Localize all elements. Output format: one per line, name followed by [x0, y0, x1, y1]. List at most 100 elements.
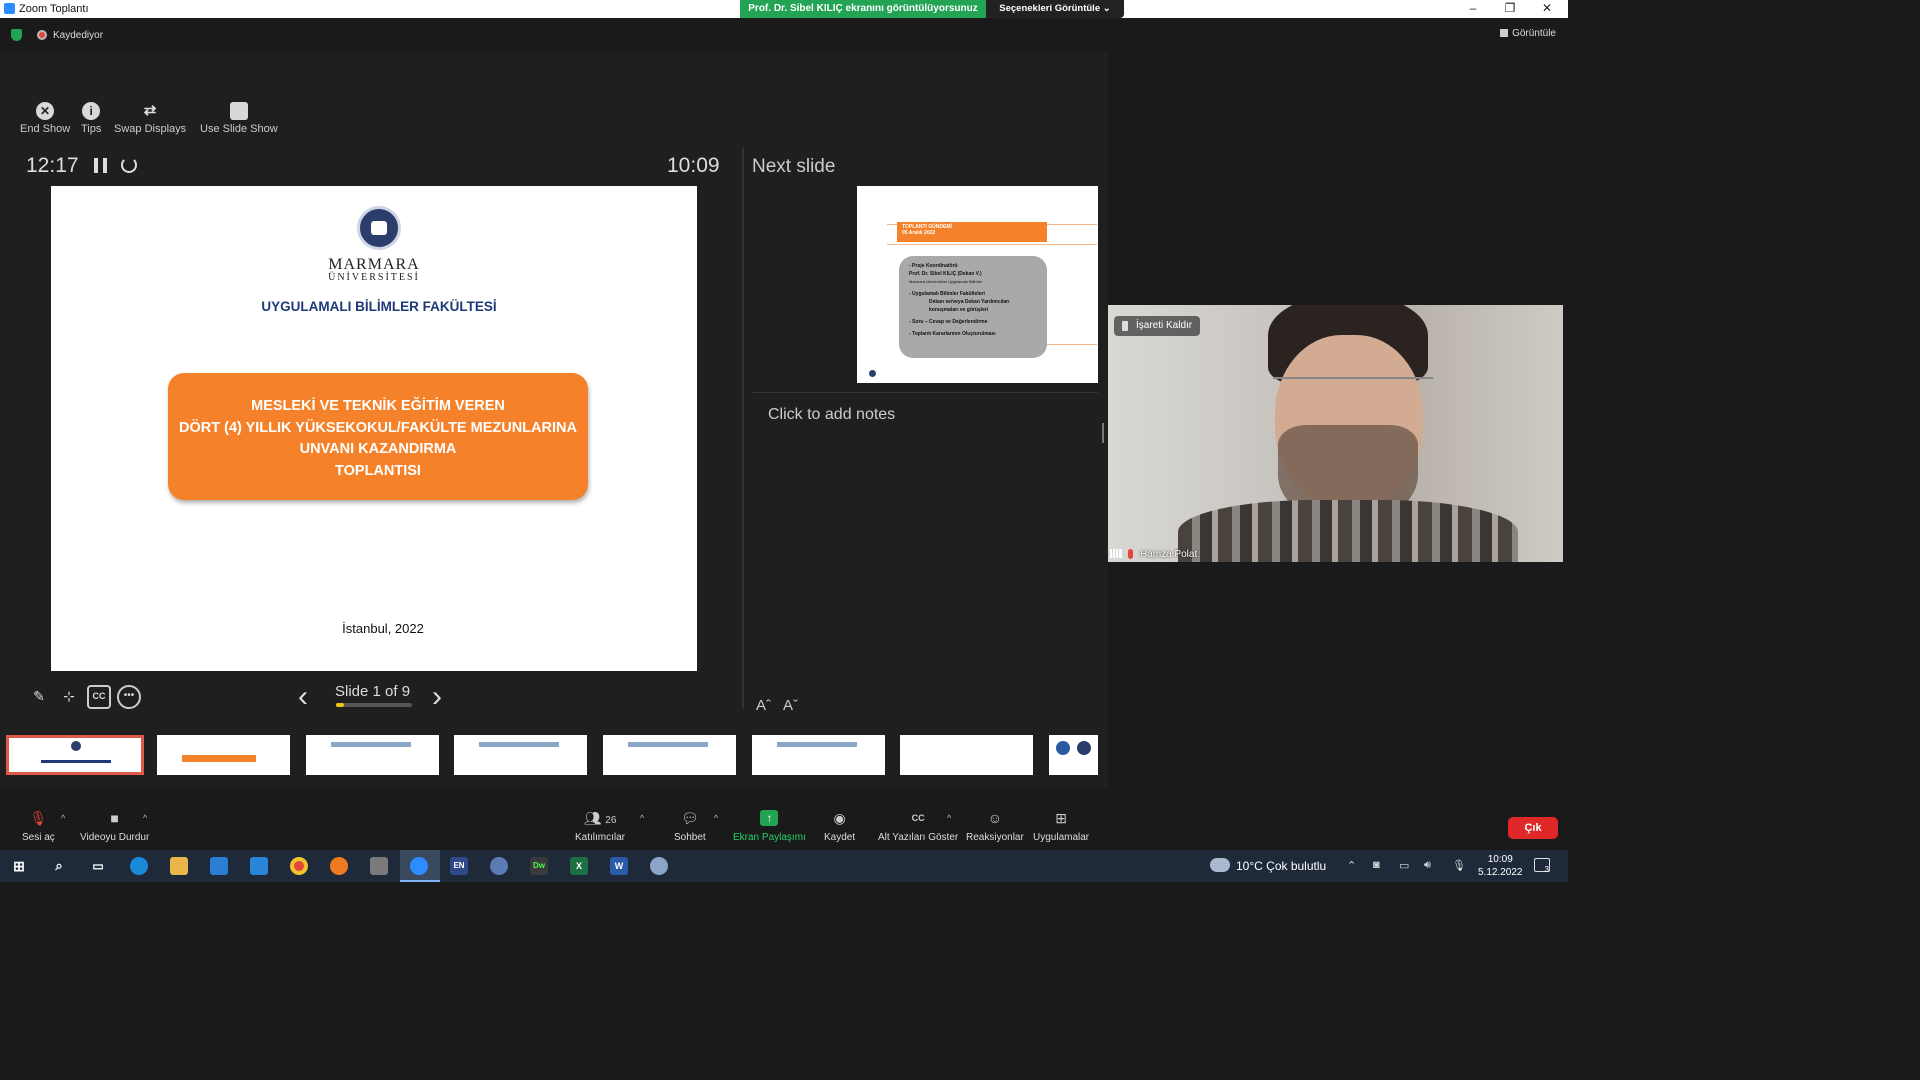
paint-icon[interactable]	[650, 857, 668, 875]
record-icon: ◉	[833, 810, 846, 826]
more-options-icon[interactable]: •••	[117, 685, 141, 709]
microphone-icon[interactable]: 🎙︎	[1452, 859, 1466, 872]
pen-icon[interactable]: ✎	[27, 685, 51, 709]
meet-now-icon[interactable]: ◙	[1373, 859, 1380, 871]
chat-button[interactable]: 💬︎ Sohbet	[674, 810, 706, 843]
unpin-label: İşareti Kaldır	[1136, 320, 1193, 331]
shield-icon[interactable]	[11, 29, 22, 41]
thumbnail-banner	[331, 742, 411, 747]
previous-slide-icon[interactable]: ‹	[298, 680, 308, 714]
reactions-button[interactable]: ☺ Reaksiyonlar	[966, 810, 1024, 843]
record-button[interactable]: ◉ Kaydet	[824, 810, 855, 843]
network-icon[interactable]: ▭	[1399, 859, 1409, 872]
taskbar-clock[interactable]: 10:09 5.12.2022	[1478, 853, 1523, 879]
current-slide[interactable]: MARMARA ÜNİVERSİTESİ UYGULAMALI BİLİMLER…	[51, 186, 697, 671]
increase-font-button[interactable]: Aˆ	[756, 697, 771, 714]
view-options-label: Seçenekleri Görüntüle	[999, 3, 1101, 14]
notification-count: 3	[1544, 865, 1549, 874]
notifications-icon[interactable]: 3	[1534, 858, 1550, 874]
minimize-button[interactable]: –	[1455, 1, 1491, 15]
laser-pointer-icon[interactable]: ⊹	[57, 685, 81, 709]
chrome-browser-icon[interactable]	[290, 857, 308, 875]
search-icon[interactable]: ⌕	[50, 857, 68, 875]
taskbar-date: 5.12.2022	[1478, 867, 1523, 878]
chevron-up-icon[interactable]: ^	[143, 813, 147, 823]
weather-widget[interactable]: 10°C Çok bulutlu	[1236, 859, 1326, 873]
use-slide-show-button[interactable]: Use Slide Show	[200, 102, 278, 135]
next-slide-preview[interactable]: TOPLANTI GÜNDEMİ 05 Aralık 2022 - Proje …	[857, 186, 1098, 383]
edge-browser-icon[interactable]	[130, 857, 148, 875]
network-app-icon[interactable]	[490, 857, 508, 875]
mail-icon[interactable]	[250, 857, 268, 875]
next-slide-icon[interactable]: ›	[432, 680, 442, 714]
slide-thumbnail[interactable]	[752, 735, 885, 775]
view-layout-button[interactable]: Görüntüle	[1500, 28, 1556, 39]
apps-icon: ⊞	[1055, 810, 1067, 826]
microsoft-store-icon[interactable]	[210, 857, 228, 875]
tips-label: Tips	[81, 123, 102, 135]
zoom-app-icon	[4, 3, 15, 14]
next-slide-header: TOPLANTI GÜNDEMİ 05 Aralık 2022	[897, 222, 1047, 242]
firefox-browser-icon[interactable]	[330, 857, 348, 875]
slide-thumbnail[interactable]	[454, 735, 587, 775]
chevron-up-icon[interactable]: ^	[714, 813, 718, 823]
slide-thumbnail[interactable]	[6, 735, 144, 775]
language-icon[interactable]: EN	[450, 857, 468, 875]
agenda-item: Dekan ve/veya Dekan Yardımcıları	[929, 299, 1010, 305]
swap-displays-button[interactable]: ⇄ Swap Displays	[114, 102, 186, 135]
captions-label: Alt Yazıları Göster	[878, 832, 959, 843]
splitter-handle[interactable]	[1102, 423, 1104, 443]
apps-button[interactable]: ⊞ Uygulamalar	[1033, 810, 1089, 843]
smiley-icon: ☺	[987, 810, 1003, 826]
stop-video-button[interactable]: ■ Videoyu Durdur	[80, 810, 149, 843]
pane-divider[interactable]	[742, 148, 744, 708]
thumbnail-banner	[628, 742, 708, 747]
slide-thumbnail[interactable]	[1049, 735, 1098, 775]
logo-icon	[1077, 741, 1091, 755]
participants-button[interactable]: 👥︎ 26 Katılımcılar	[575, 810, 625, 843]
unpin-button[interactable]: İşareti Kaldır	[1114, 316, 1201, 336]
university-seal-icon	[71, 741, 81, 751]
file-explorer-icon[interactable]	[170, 857, 188, 875]
speaker-notes[interactable]: Click to add notes	[768, 406, 895, 424]
slide-thumbnail[interactable]	[603, 735, 736, 775]
unmute-button[interactable]: 🎙︎ Sesi aç	[22, 810, 55, 843]
share-screen-icon: ↑	[760, 810, 779, 826]
leave-meeting-button[interactable]: Çık	[1508, 817, 1558, 839]
recording-label: Kaydediyor	[53, 30, 104, 41]
participant-video-tile[interactable]: İşareti Kaldır Hamza Polat	[1108, 305, 1563, 562]
chevron-up-icon[interactable]: ^	[640, 813, 644, 823]
video-person-glasses	[1273, 377, 1433, 397]
elapsed-timer: 12:17	[26, 154, 79, 177]
agenda-item: - Proje Koordinatörü	[909, 263, 958, 269]
calculator-icon[interactable]	[370, 857, 388, 875]
word-icon[interactable]: W	[610, 857, 628, 875]
chevron-up-icon[interactable]: ^	[947, 813, 951, 823]
windows-start-icon[interactable]: ⊞	[10, 857, 28, 875]
task-view-icon[interactable]: ▭	[89, 857, 107, 875]
restore-button[interactable]: ❐	[1492, 1, 1528, 15]
screen-share-banner: Prof. Dr. Sibel KILIÇ ekranını görüntülü…	[740, 0, 986, 18]
slide-thumbnail[interactable]	[900, 735, 1033, 775]
end-show-button[interactable]: ✕ End Show	[20, 102, 70, 135]
view-options-button[interactable]: Seçenekleri Görüntüle ⌄	[986, 0, 1124, 18]
volume-icon[interactable]: 🔊︎	[1424, 859, 1431, 872]
tips-button[interactable]: i Tips	[81, 102, 101, 135]
decrease-font-button[interactable]: Aˇ	[783, 697, 798, 714]
slide-thumbnail[interactable]	[306, 735, 439, 775]
swap-icon: ⇄	[143, 102, 157, 119]
chevron-up-icon[interactable]: ^	[61, 813, 65, 823]
slide-thumbnail[interactable]	[157, 735, 290, 775]
excel-icon[interactable]: X	[570, 857, 588, 875]
dreamweaver-icon[interactable]: Dw	[530, 857, 548, 875]
share-screen-button[interactable]: ↑ Ekran Paylaşımı	[733, 810, 806, 843]
subtitles-icon[interactable]: CC	[87, 685, 111, 709]
chevron-up-icon[interactable]: ⌃	[1347, 859, 1356, 872]
reset-timer-icon[interactable]	[121, 157, 137, 173]
meeting-toolbar: 🎙︎ Sesi aç ^ ■ Videoyu Durdur ^ 👥︎ 26 Ka…	[0, 800, 1568, 850]
pause-icon[interactable]	[94, 158, 107, 173]
close-button[interactable]: ✕	[1529, 1, 1565, 15]
agenda-item: Prof. Dr. Sibel KILIÇ (Dekan V.)	[909, 271, 982, 277]
swap-displays-label: Swap Displays	[114, 123, 187, 135]
zoom-app-icon[interactable]	[410, 857, 428, 875]
